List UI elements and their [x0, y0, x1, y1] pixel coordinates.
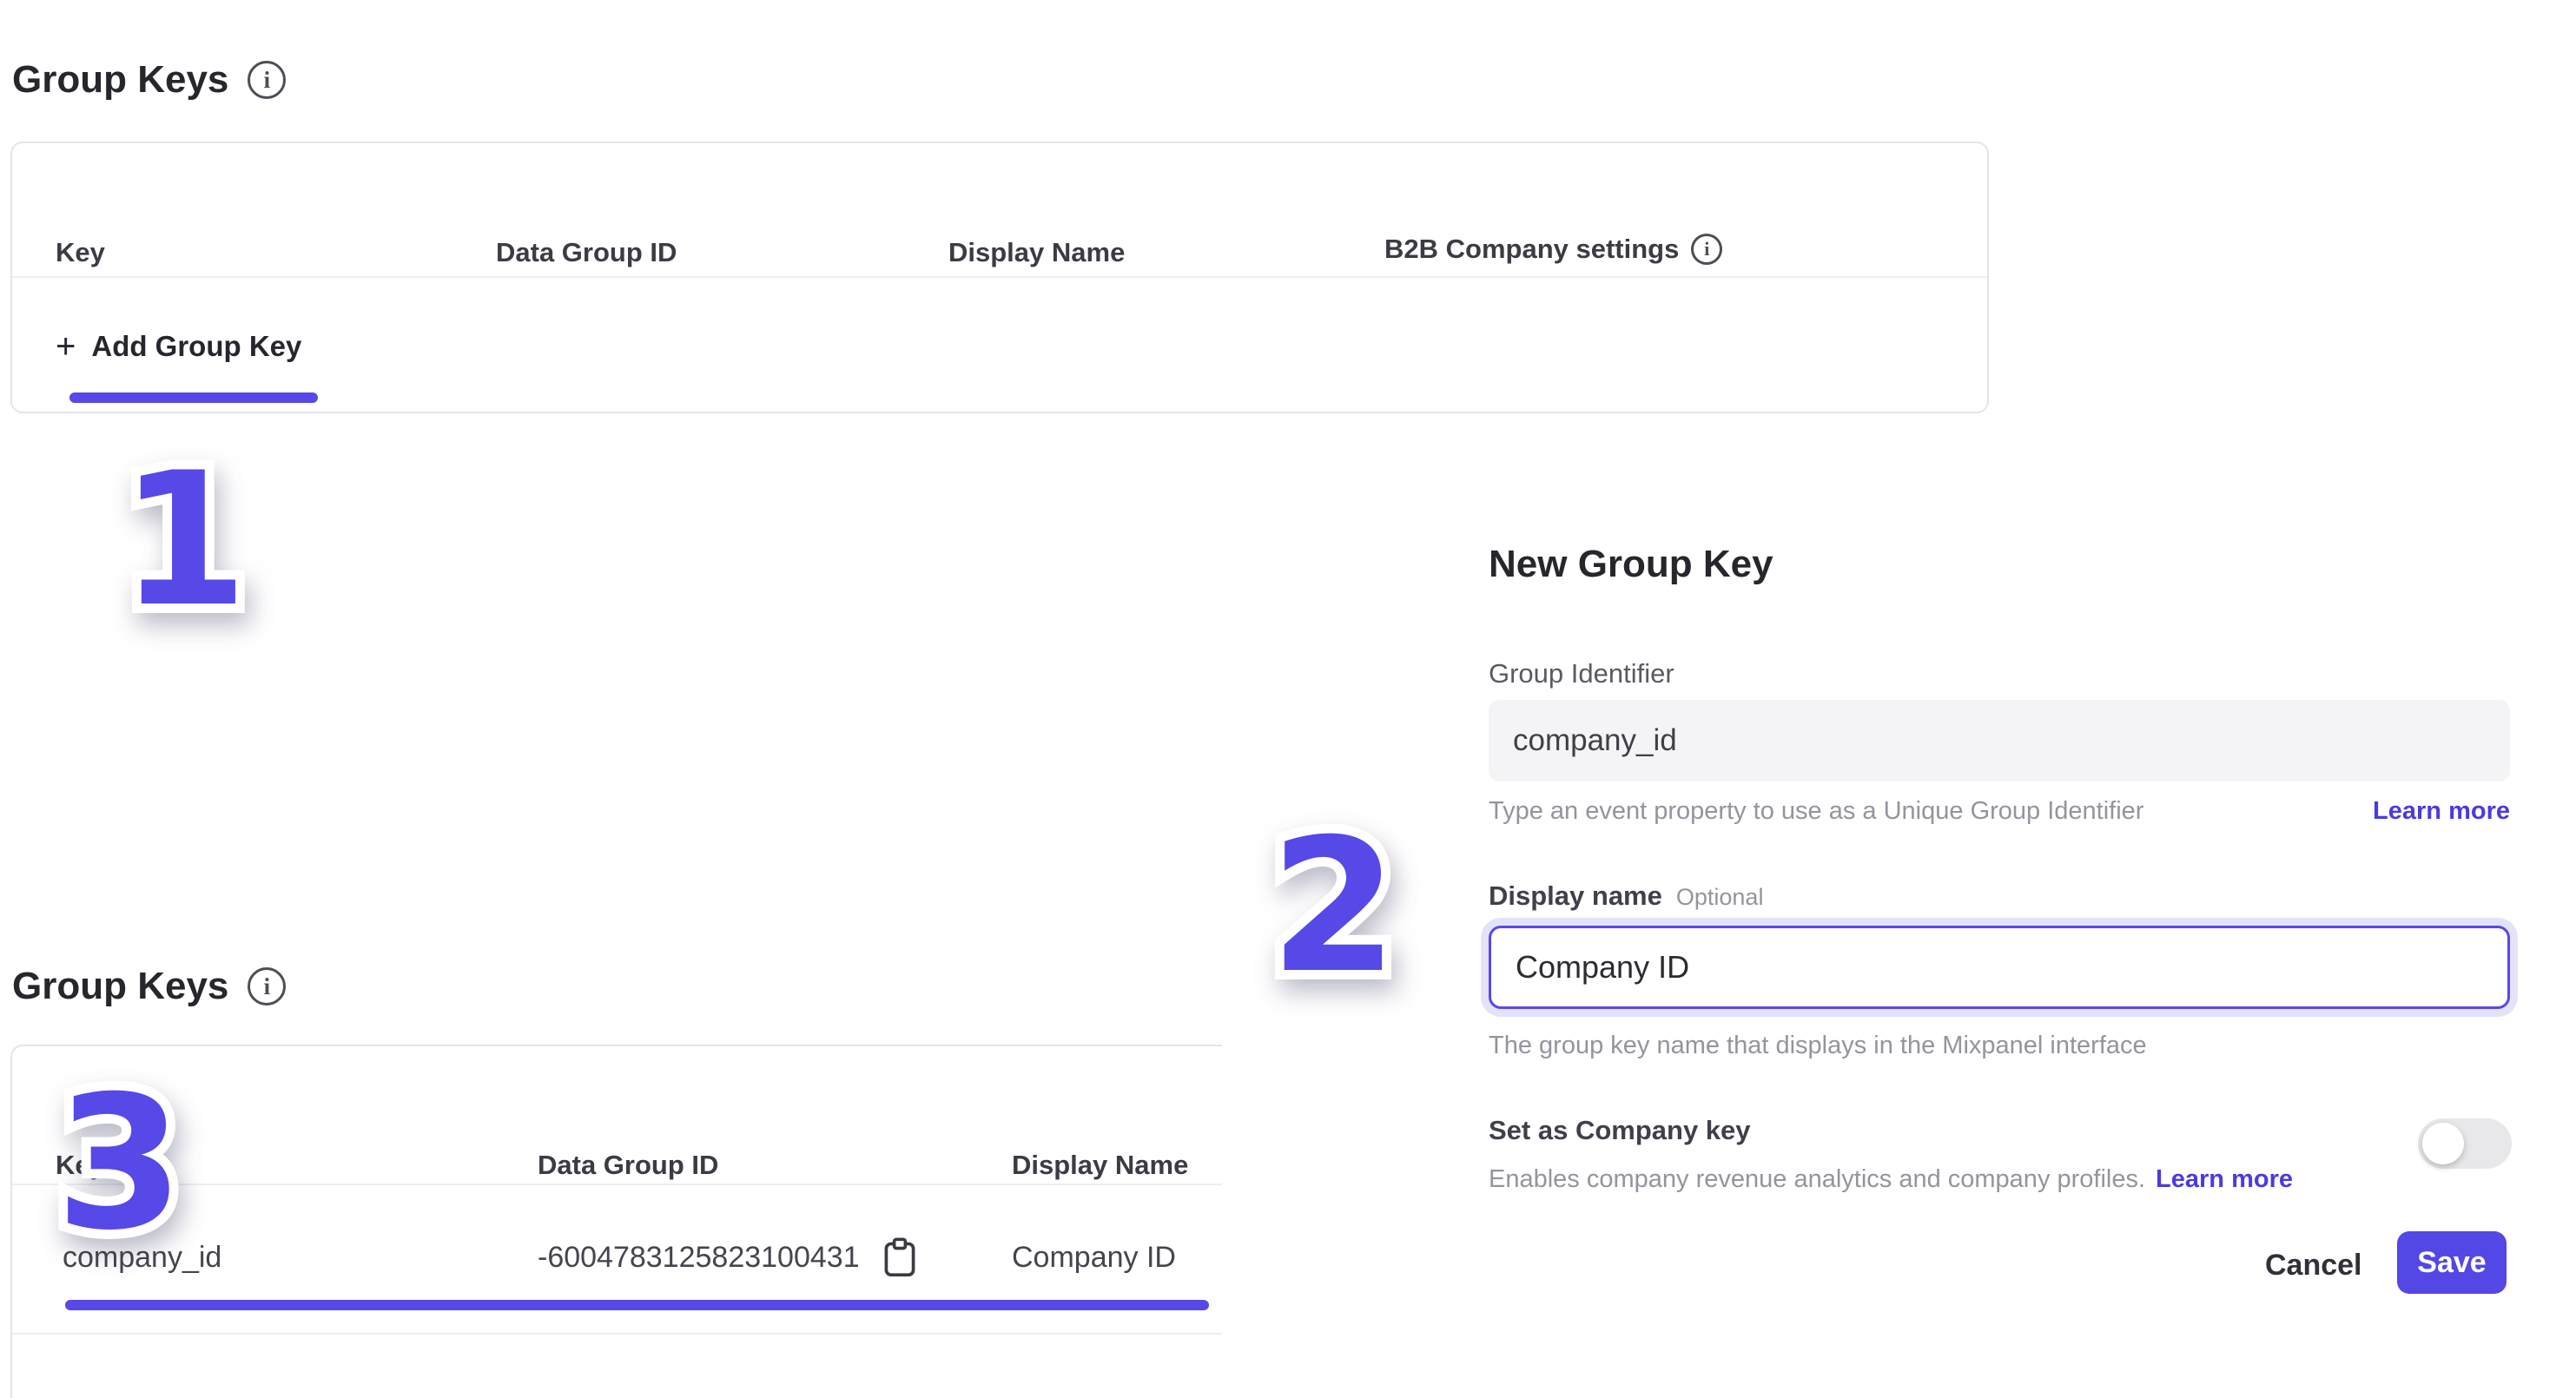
group-keys-title-bottom: Group Keys	[12, 966, 228, 1007]
toggle-knob	[2422, 1123, 2464, 1164]
info-icon[interactable]: i	[1691, 234, 1722, 265]
step2-annotation: 2 2	[1270, 814, 1398, 999]
display-name-helper-row: The group key name that displays in the …	[1489, 1032, 2510, 1060]
group-keys-heading-top: Group Keys i	[12, 59, 286, 101]
learn-more-link[interactable]: Learn more	[2373, 797, 2510, 826]
group-identifier-label: Group Identifier	[1489, 658, 1674, 689]
info-icon[interactable]: i	[248, 61, 286, 99]
add-group-key-button[interactable]: + Add Group Key	[56, 326, 301, 367]
cancel-button[interactable]: Cancel	[2265, 1249, 2362, 1283]
table-row-divider	[12, 1333, 1222, 1335]
column-header-data-group-id: Data Group ID	[496, 237, 677, 268]
display-name-label: Display name	[1489, 880, 1662, 912]
copy-icon[interactable]	[881, 1236, 919, 1279]
b2b-company-settings-label: B2B Company settings	[1384, 234, 1679, 265]
display-name-label-row: Display name Optional	[1489, 880, 1763, 912]
row-data-group-id-cell: -6004783125823100431	[538, 1236, 919, 1279]
column-header-data-group-id: Data Group ID	[538, 1150, 718, 1181]
add-group-key-label: Add Group Key	[91, 330, 301, 363]
group-keys-heading-bottom: Group Keys i	[12, 966, 286, 1007]
group-identifier-helper: Type an event property to use as a Uniqu…	[1489, 797, 2143, 826]
group-keys-title-top: Group Keys	[12, 59, 228, 101]
table-header-divider	[12, 276, 1987, 278]
group-identifier-helper-row: Type an event property to use as a Uniqu…	[1489, 797, 2510, 826]
data-group-id-value: -6004783125823100431	[538, 1241, 860, 1275]
group-keys-table-filled: Key Data Group ID Display Name company_i…	[10, 1045, 1222, 1398]
step3-annotation: 3 3	[56, 1072, 184, 1256]
learn-more-link[interactable]: Learn more	[2156, 1165, 2293, 1194]
step3-underline-annotation	[65, 1300, 1209, 1310]
display-name-input[interactable]	[1489, 926, 2510, 1009]
table-header-divider	[12, 1184, 1222, 1185]
info-icon[interactable]: i	[248, 967, 286, 1006]
group-keys-settings-page: Group Keys i Key Data Group ID Display N…	[0, 0, 2576, 1398]
column-header-b2b-company-settings: B2B Company settings i	[1384, 234, 1722, 265]
group-identifier-input[interactable]	[1489, 700, 2510, 781]
plus-icon: +	[56, 329, 76, 364]
step1-underline-annotation	[69, 392, 318, 403]
display-name-helper: The group key name that displays in the …	[1489, 1032, 2147, 1060]
company-key-helper-row: Enables company revenue analytics and co…	[1489, 1165, 2444, 1194]
column-header-display-name: Display Name	[948, 237, 1125, 268]
company-key-toggle[interactable]	[2418, 1118, 2512, 1169]
optional-tag: Optional	[1676, 884, 1764, 911]
column-header-display-name: Display Name	[1012, 1150, 1188, 1181]
set-company-key-label: Set as Company key	[1489, 1115, 1751, 1146]
new-group-key-title: New Group Key	[1489, 543, 1773, 586]
row-display-name-cell: Company ID	[1012, 1236, 1176, 1279]
group-keys-table-empty: Key Data Group ID Display Name B2B Compa…	[10, 142, 1989, 413]
save-button[interactable]: Save	[2397, 1231, 2507, 1294]
column-header-key: Key	[56, 237, 105, 268]
step1-annotation: 1 1	[120, 448, 248, 632]
company-key-helper: Enables company revenue analytics and co…	[1489, 1165, 2145, 1194]
